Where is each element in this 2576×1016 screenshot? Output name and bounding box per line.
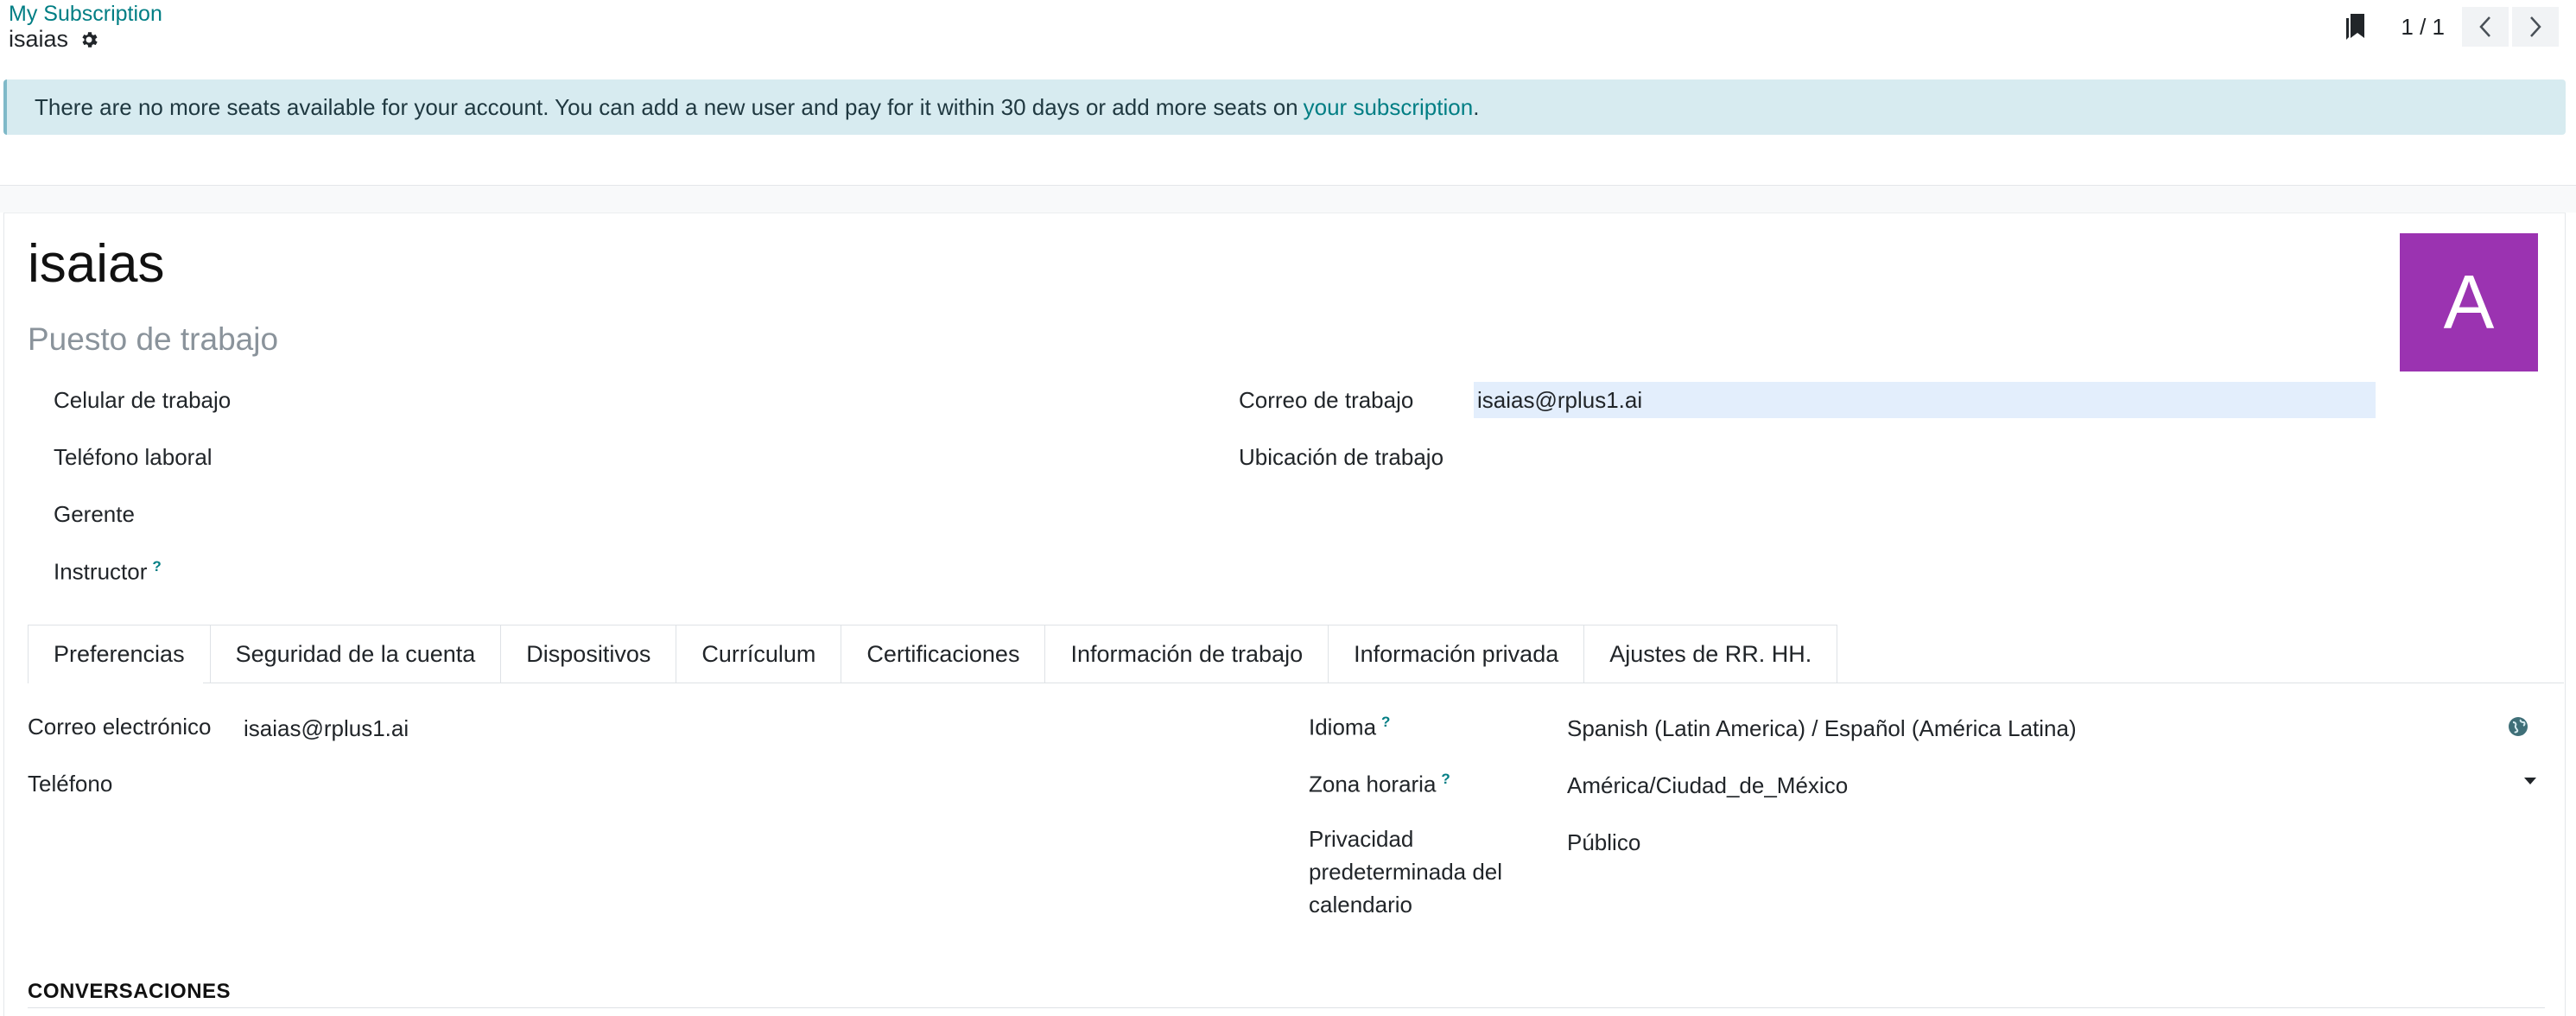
form-sheet [3, 213, 2566, 1016]
alert-suffix: . [1473, 93, 1480, 120]
email-input[interactable]: isaias@rplus1.ai [244, 715, 409, 742]
tab-seguridad[interactable]: Seguridad de la cuenta [210, 625, 502, 683]
tab-ajustes-rrhh[interactable]: Ajustes de RR. HH. [1584, 625, 1838, 683]
notebook-tabs: Preferencias Seguridad de la cuenta Disp… [28, 625, 1838, 683]
your-subscription-link[interactable]: your subscription [1304, 94, 1474, 121]
avatar[interactable]: A [2400, 233, 2538, 371]
timezone-label-text: Zona horaria [1309, 771, 1437, 797]
pager-value[interactable]: 1 / 1 [2401, 14, 2445, 41]
work-email-label: Correo de trabajo [1239, 387, 1414, 413]
active-tab-gap [29, 682, 203, 684]
chevron-right-icon [2530, 16, 2541, 37]
tab-informacion-privada[interactable]: Información privada [1329, 625, 1585, 683]
phone-label: Teléfono [28, 771, 113, 797]
timezone-label: Zona horaria? [1309, 771, 1450, 798]
gear-icon[interactable] [79, 29, 99, 50]
work-email-input[interactable]: isaias@rplus1.ai [1474, 382, 2376, 418]
privacy-label-line-1: Privacidad [1309, 826, 1414, 852]
email-label: Correo electrónico [28, 714, 212, 740]
alert-text: There are no more seats available for yo… [35, 93, 1298, 120]
language-label-text: Idioma [1309, 714, 1377, 740]
timezone-help-icon[interactable]: ? [1441, 771, 1450, 787]
coach-label: Instructor? [54, 558, 162, 586]
section-title: CONVERSACIONES [28, 980, 232, 1003]
work-location-label: Ubicación de trabajo [1239, 444, 1444, 470]
breadcrumb-current-label: isaias [9, 26, 69, 52]
coach-help-icon[interactable]: ? [152, 558, 161, 575]
language-help-icon[interactable]: ? [1381, 714, 1390, 730]
tab-dispositivos[interactable]: Dispositivos [501, 625, 677, 683]
language-select[interactable]: Spanish (Latin America) / Español (Améri… [1567, 715, 2077, 742]
coach-label-text: Instructor [54, 558, 148, 585]
form-statusbar [0, 185, 2576, 213]
chevron-left-icon [2479, 16, 2490, 37]
breadcrumb-parent-link[interactable]: My Subscription [9, 2, 162, 27]
manager-label: Gerente [54, 501, 135, 527]
section-divider [28, 1007, 2545, 1008]
tab-curriculum[interactable]: Currículum [676, 625, 842, 683]
tab-certificaciones[interactable]: Certificaciones [841, 625, 1046, 683]
pager: 1 / 1 [2342, 7, 2559, 47]
bookmarks-icon[interactable] [2342, 12, 2368, 41]
breadcrumb-current: isaias [9, 26, 99, 53]
pager-next-button[interactable] [2512, 7, 2559, 47]
privacy-label-line-3: calendario [1309, 892, 1412, 918]
tab-informacion-trabajo[interactable]: Información de trabajo [1045, 625, 1329, 683]
pager-previous-button[interactable] [2462, 7, 2509, 47]
language-label: Idioma? [1309, 714, 1390, 741]
job-title-input[interactable]: Puesto de trabajo [28, 321, 278, 358]
globe-icon[interactable] [2507, 715, 2529, 738]
privacy-label-line-2: predeterminada del [1309, 859, 1503, 885]
employee-name-input[interactable]: isaias [28, 233, 165, 295]
work-phone-label: Teléfono laboral [54, 444, 213, 470]
chevron-down-icon[interactable] [2524, 778, 2536, 784]
seats-alert: There are no more seats available for yo… [3, 79, 2566, 135]
tab-preferencias[interactable]: Preferencias [28, 625, 211, 683]
work-mobile-label: Celular de trabajo [54, 387, 232, 413]
timezone-select[interactable]: América/Ciudad_de_México [1567, 772, 1848, 799]
privacy-select[interactable]: Público [1567, 829, 1640, 856]
